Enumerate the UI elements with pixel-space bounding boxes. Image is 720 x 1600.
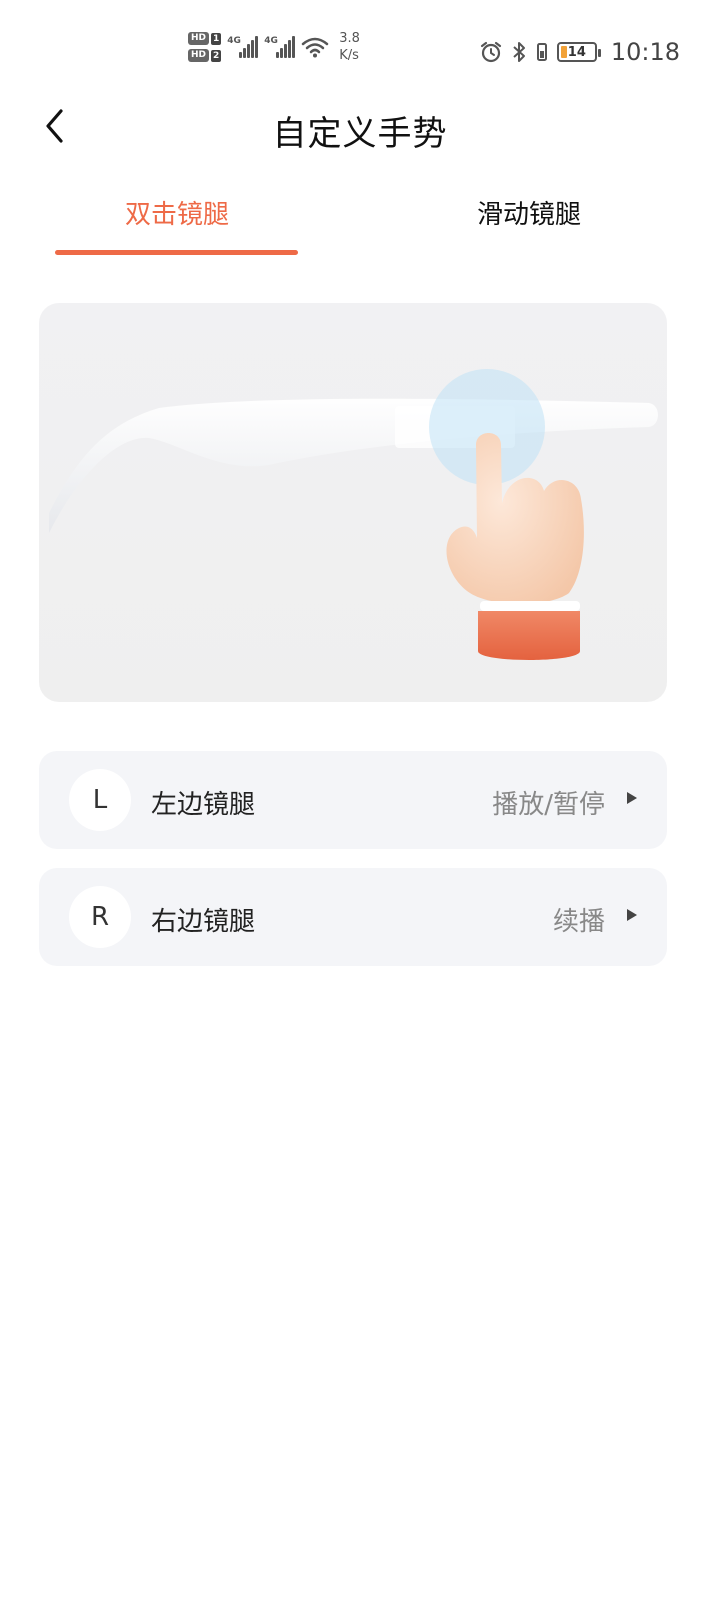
network-speed: 3.8 K/s [339, 30, 360, 64]
speed-value: 3.8 [339, 31, 360, 46]
left-badge: L [69, 769, 131, 831]
vibrate-icon [536, 43, 547, 61]
active-tab-indicator [55, 250, 298, 255]
tab-slide[interactable]: 滑动镜腿 [408, 194, 650, 231]
status-left: HD 1 HD 2 4G 4G 3.8 K/s [188, 30, 360, 64]
left-temple-label: 左边镜腿 [151, 790, 256, 820]
speed-unit: K/s [339, 48, 359, 63]
left-temple-action: 播放/暂停 [492, 790, 605, 820]
net1-label: 4G [227, 36, 241, 46]
sim2-badge: HD 2 [188, 49, 222, 62]
alarm-icon [480, 41, 501, 63]
battery-level: 14 [567, 44, 586, 60]
sim-stack: HD 1 HD 2 [188, 32, 222, 62]
caret-right-icon [627, 909, 637, 921]
hd1-label: HD [188, 32, 210, 45]
net2-label: 4G [264, 36, 278, 46]
right-temple-action: 续播 [552, 907, 605, 937]
sim1-number: 1 [211, 32, 222, 45]
glasses-temple-tap-image [49, 369, 658, 660]
gesture-illustration [39, 303, 667, 702]
left-temple-row[interactable]: L 左边镜腿 播放/暂停 [39, 751, 667, 849]
tab-bar: 双击镜腿 滑动镜腿 [0, 188, 720, 258]
page-title: 自定义手势 [272, 114, 448, 154]
wifi-icon [302, 37, 329, 58]
battery-icon: 14 [556, 42, 601, 62]
bluetooth-icon [513, 42, 525, 62]
caret-right-icon [627, 792, 637, 804]
right-temple-row[interactable]: R 右边镜腿 续播 [39, 868, 667, 966]
signal-2-icon: 4G [264, 36, 296, 58]
signal-1-icon: 4G [227, 36, 259, 58]
status-right: 14 10:18 [479, 38, 680, 66]
right-badge: R [69, 886, 131, 948]
tab-double-tap[interactable]: 双击镜腿 [56, 194, 298, 231]
status-bar: HD 1 HD 2 4G 4G 3.8 K/s 14 10:18 [0, 0, 720, 100]
clock: 10:18 [610, 38, 680, 66]
sim2-number: 2 [211, 49, 222, 62]
right-temple-label: 右边镜腿 [151, 907, 256, 937]
header: 自定义手势 [0, 96, 720, 156]
sim1-badge: HD 1 [188, 32, 222, 45]
hd2-label: HD [188, 49, 210, 62]
